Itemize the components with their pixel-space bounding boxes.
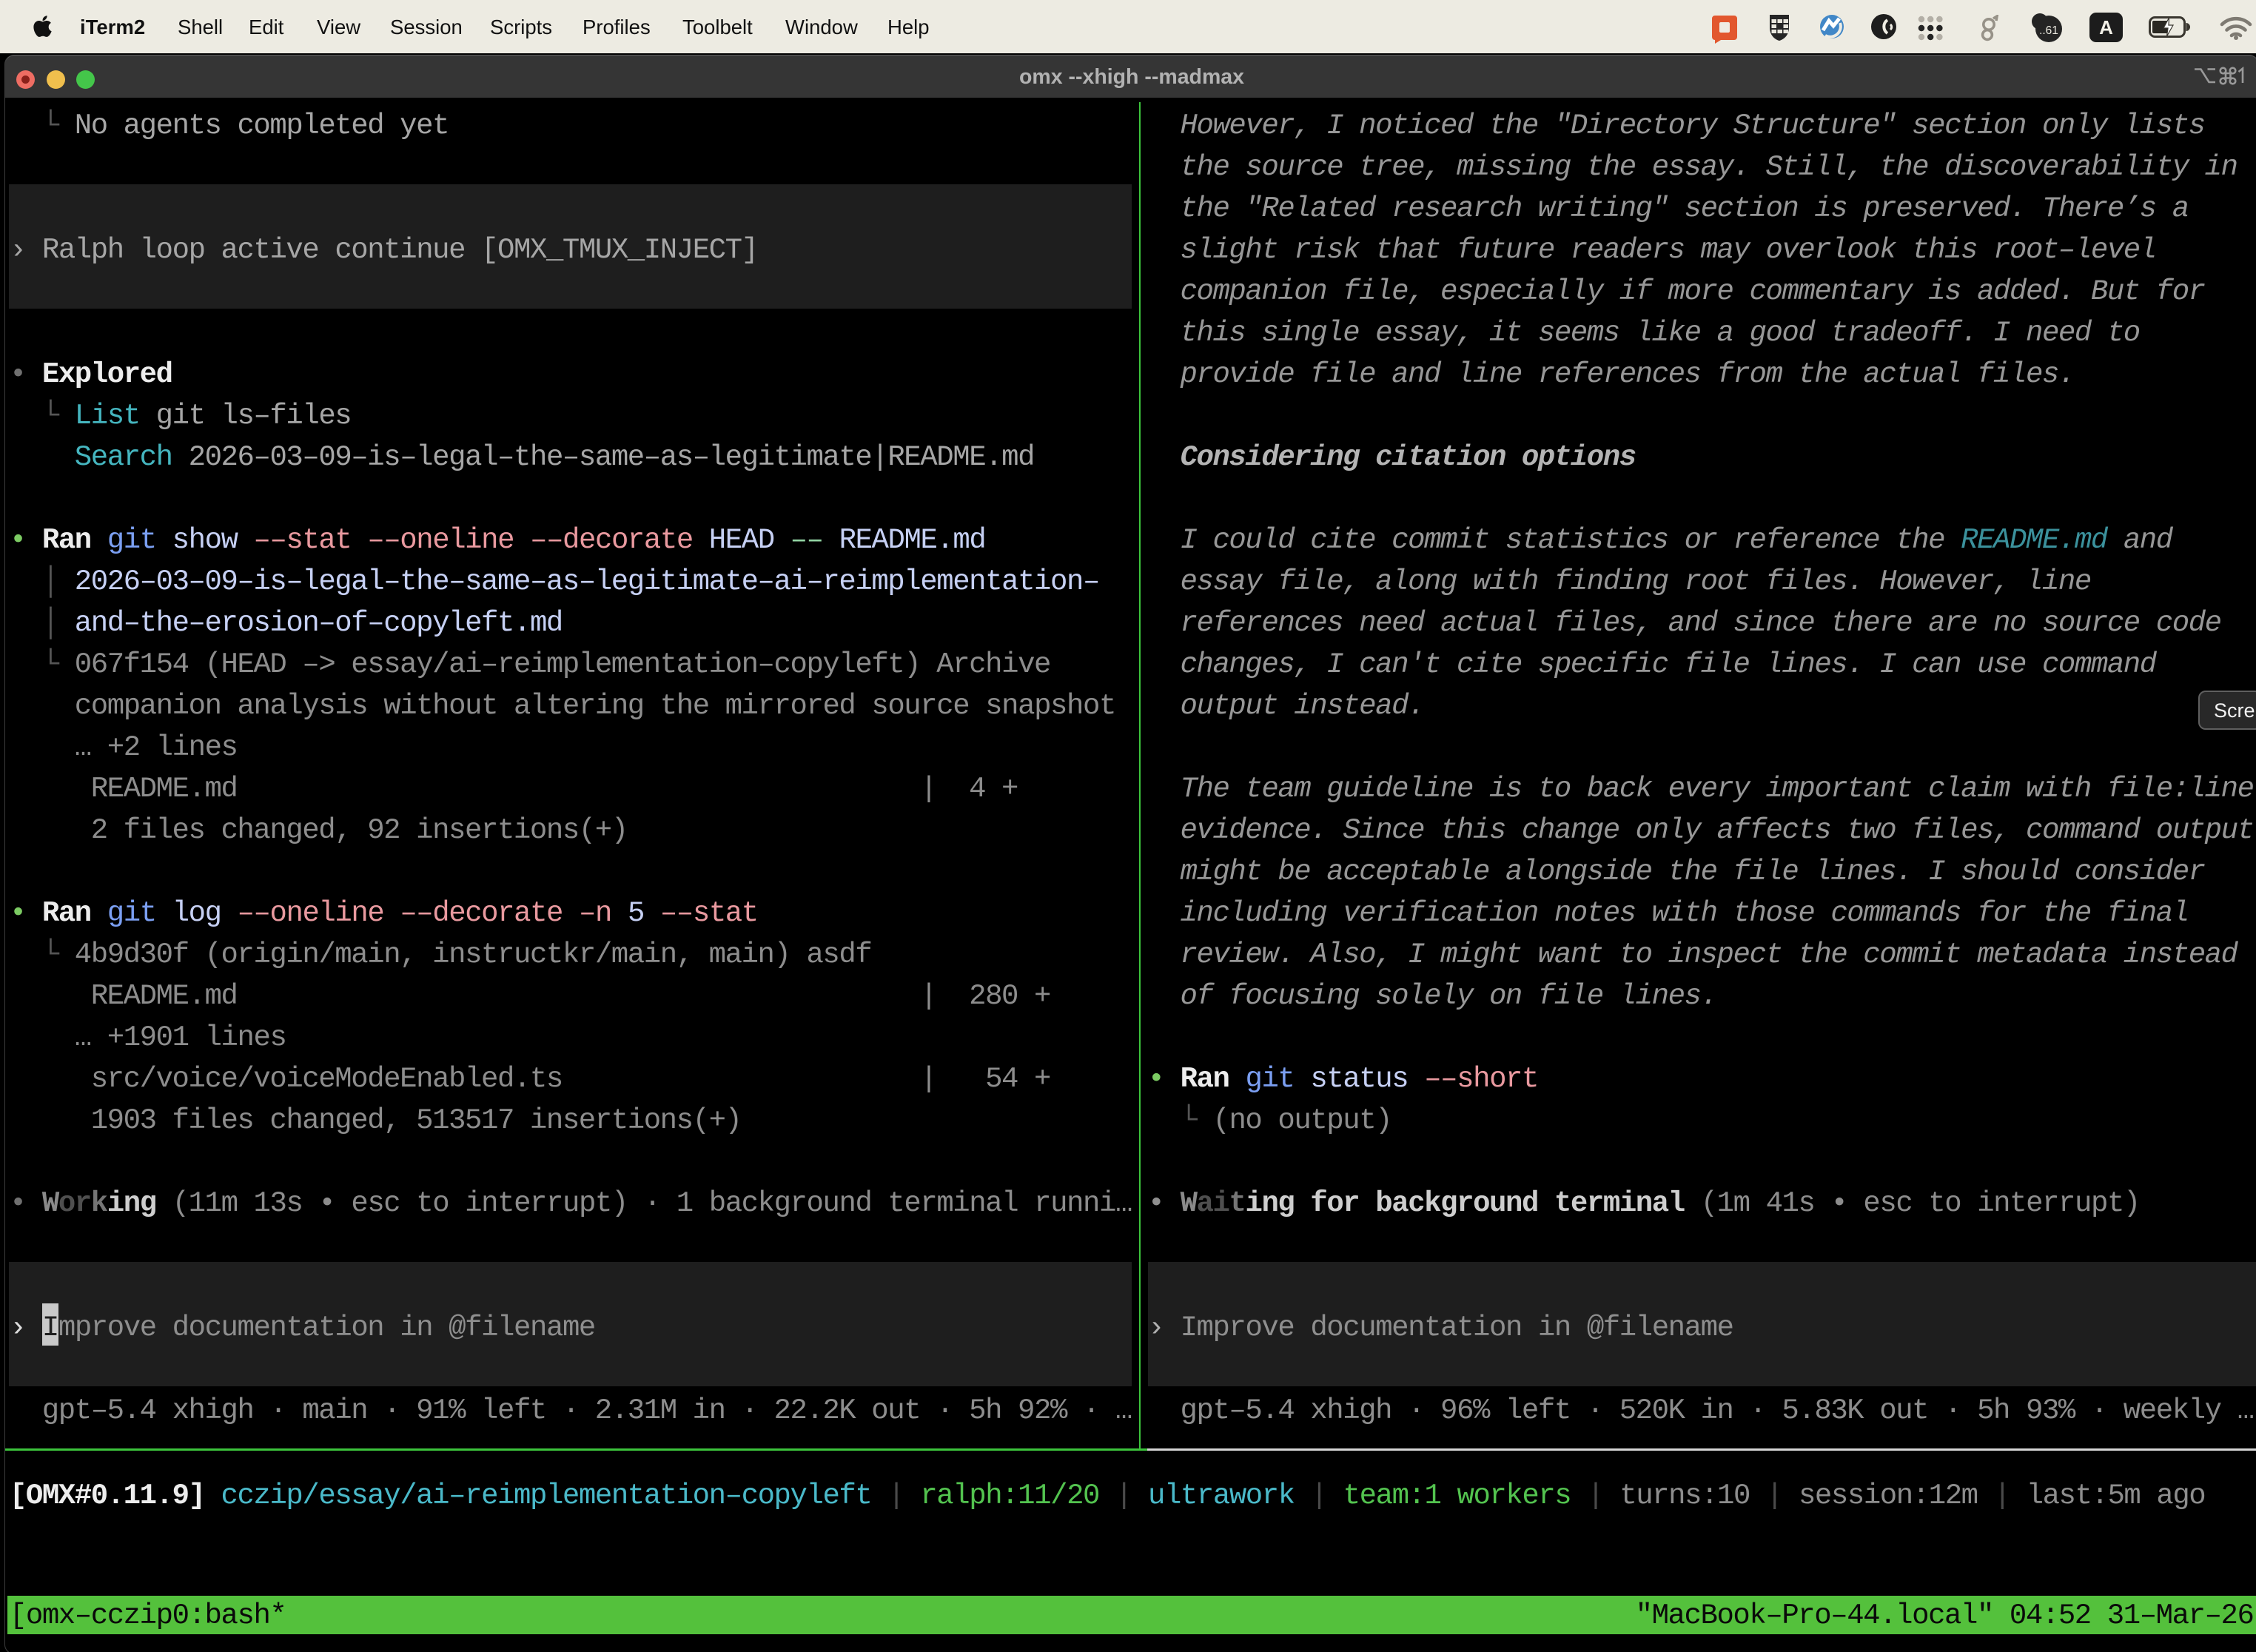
svg-text:..61: ..61	[2039, 24, 2058, 37]
svg-text:A: A	[2099, 16, 2113, 38]
